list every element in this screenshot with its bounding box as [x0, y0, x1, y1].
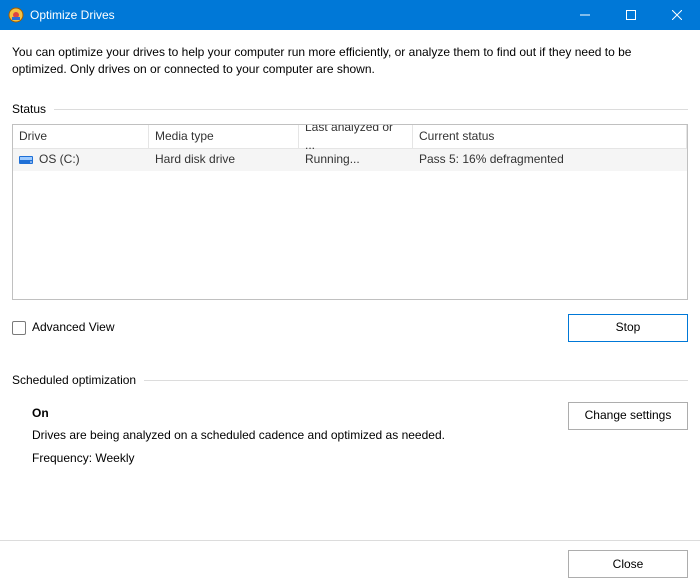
change-settings-button[interactable]: Change settings	[568, 402, 688, 430]
close-window-button[interactable]	[654, 0, 700, 30]
scheduled-label: Scheduled optimization	[12, 372, 144, 389]
col-drive[interactable]: Drive	[13, 125, 149, 148]
stop-button[interactable]: Stop	[568, 314, 688, 342]
window-controls	[562, 0, 700, 30]
col-current-status[interactable]: Current status	[413, 125, 687, 148]
scheduled-state: On	[32, 402, 445, 425]
description-text: You can optimize your drives to help you…	[12, 44, 688, 79]
maximize-button[interactable]	[608, 0, 654, 30]
cell-drive-text: OS (C:)	[39, 151, 80, 168]
table-row[interactable]: OS (C:) Hard disk drive Running... Pass …	[13, 149, 687, 171]
cell-current-status: Pass 5: 16% defragmented	[413, 149, 687, 171]
col-media-type[interactable]: Media type	[149, 125, 299, 148]
close-button[interactable]: Close	[568, 550, 688, 578]
footer: Close	[0, 540, 700, 586]
status-label: Status	[12, 101, 54, 118]
checkbox-icon	[12, 321, 26, 335]
advanced-view-checkbox[interactable]: Advanced View	[12, 319, 115, 336]
cell-drive: OS (C:)	[13, 149, 149, 171]
advanced-view-label: Advanced View	[32, 319, 115, 336]
scheduled-frequency: Frequency: Weekly	[32, 447, 445, 470]
drive-icon	[19, 154, 35, 166]
titlebar[interactable]: Optimize Drives	[0, 0, 700, 30]
window-title: Optimize Drives	[30, 8, 562, 22]
app-icon	[8, 7, 24, 23]
status-section-header: Status	[12, 101, 688, 118]
scheduled-section-header: Scheduled optimization	[12, 372, 688, 389]
minimize-button[interactable]	[562, 0, 608, 30]
cell-last-analyzed: Running...	[299, 149, 413, 171]
divider	[54, 109, 688, 110]
table-header: Drive Media type Last analyzed or ... Cu…	[13, 125, 687, 149]
scheduled-desc: Drives are being analyzed on a scheduled…	[32, 424, 445, 447]
cell-media-type: Hard disk drive	[149, 149, 299, 171]
col-last-analyzed[interactable]: Last analyzed or ...	[299, 125, 413, 148]
divider	[144, 380, 688, 381]
drive-table[interactable]: Drive Media type Last analyzed or ... Cu…	[12, 124, 688, 300]
